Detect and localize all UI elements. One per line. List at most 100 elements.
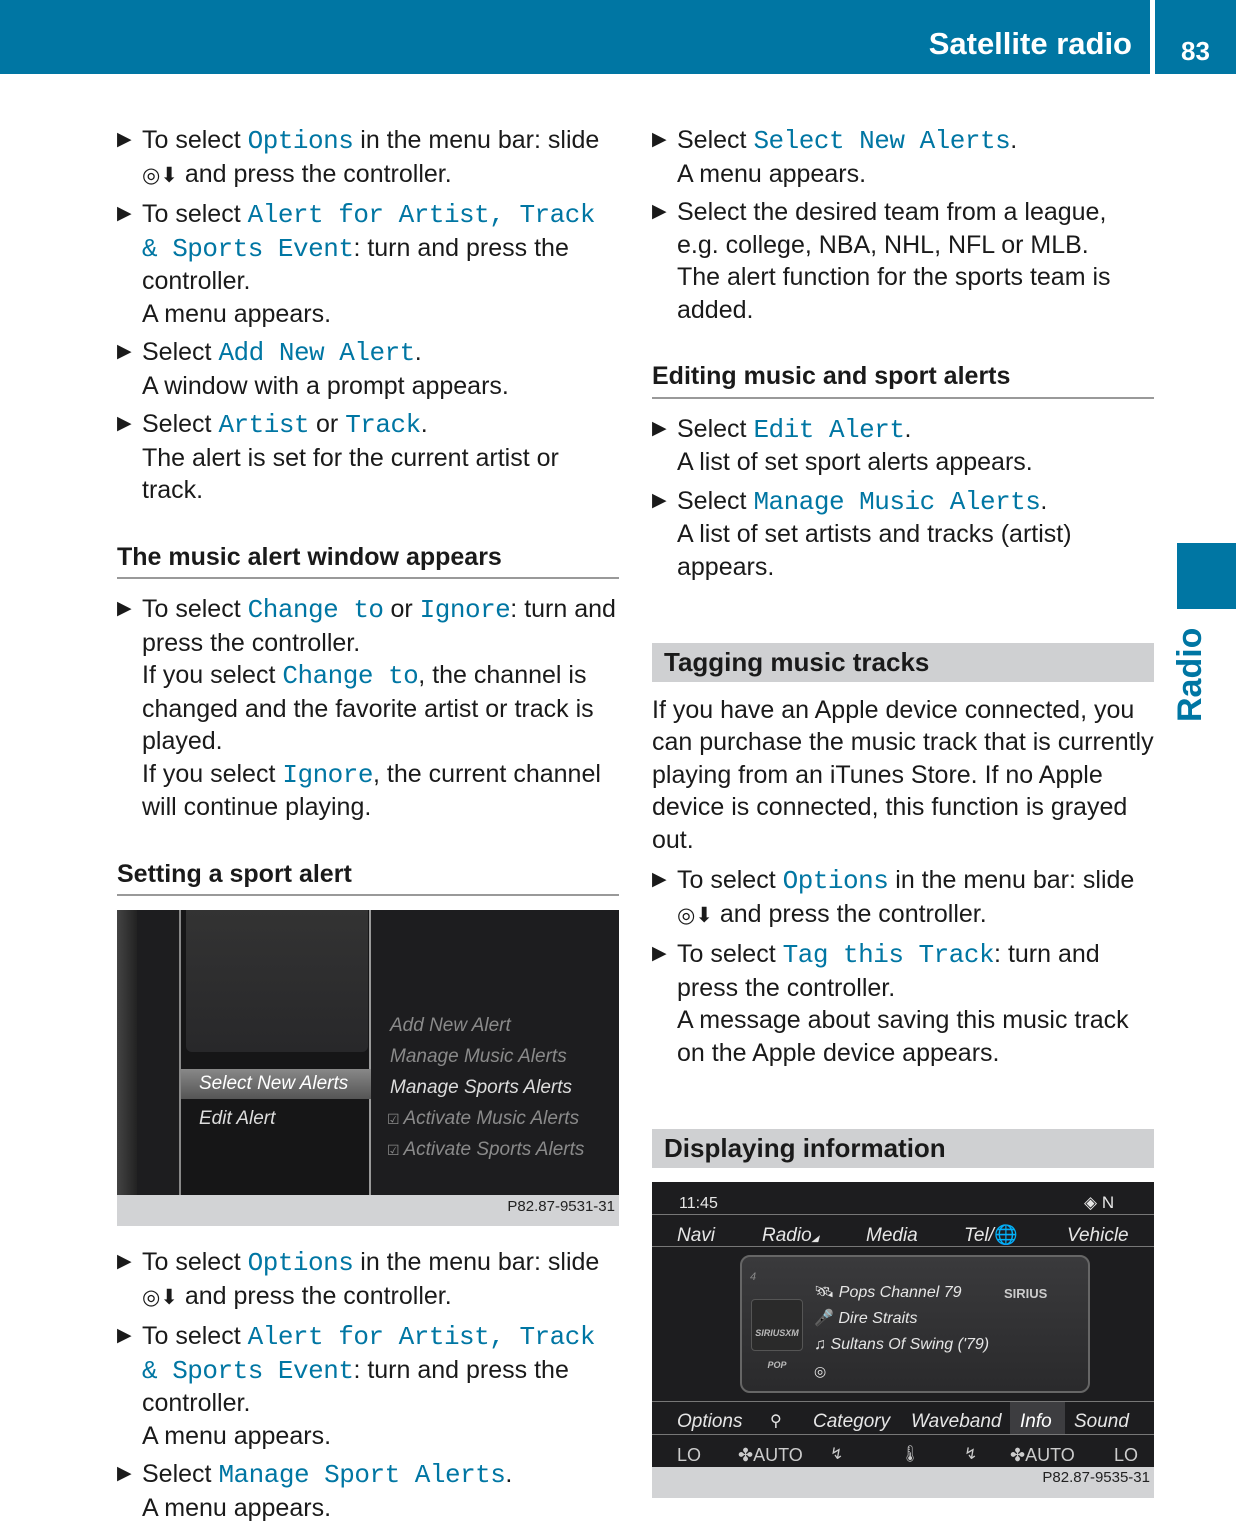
left-strip (117, 910, 137, 1195)
clock: 11:45 (679, 1194, 718, 1212)
step-result: A list of set artists and tracks (artist… (677, 520, 1072, 581)
menu-term: Select New Alerts (753, 126, 1011, 156)
nav-tel[interactable]: Tel/ (964, 1225, 994, 1246)
text: To select (142, 126, 248, 154)
preset-number: 4 (750, 1270, 757, 1283)
text: . (505, 1460, 513, 1488)
section-heading: Setting a sport alert (117, 858, 619, 896)
menu-term: Options (247, 126, 354, 156)
menu-item-manage-music-alerts[interactable]: Manage Music Alerts (390, 1041, 567, 1074)
step-text: To select Change to or Ignore: turn and … (142, 595, 616, 657)
triangle-right-icon: ▶ (652, 943, 667, 964)
menu-term: Tag this Track (782, 940, 995, 970)
side-tab-label: Radio (1171, 627, 1209, 723)
compass-icon: ◈ (1084, 1192, 1098, 1212)
text: To select (142, 200, 248, 228)
triangle-right-icon: ▶ (652, 489, 667, 511)
nav-media[interactable]: Media (866, 1220, 918, 1253)
nav-radio[interactable]: Radio (762, 1225, 812, 1246)
step-result: A menu appears. (677, 159, 867, 188)
thermometer-icon[interactable]: 🌡 (900, 1439, 920, 1467)
sirius-logo: SIRIUS (1004, 1285, 1048, 1301)
text: in the menu bar: slide (353, 1248, 600, 1276)
text: Select (142, 1460, 219, 1488)
section-heading: The music alert window appears (117, 541, 619, 579)
triangle-right-icon: ▶ (117, 203, 132, 224)
airflow-left-icon[interactable]: ↯ (830, 1439, 843, 1467)
instruction-step: ▶ Select the desired team from a league, … (652, 196, 1154, 326)
triangle-right-icon: ▶ (652, 417, 667, 439)
text: Select (142, 338, 219, 366)
airflow-right-icon[interactable]: ↯ (964, 1439, 977, 1467)
menu-term: Change to (247, 595, 384, 625)
climate-left-temp[interactable]: LO (677, 1439, 701, 1467)
text: or (309, 410, 346, 438)
nav-navi[interactable]: Navi (677, 1220, 715, 1253)
fan-icon: ✤ (738, 1444, 754, 1465)
step-text: Select Add New Alert. (142, 338, 422, 368)
triangle-right-icon: ▶ (117, 1463, 132, 1484)
triangle-right-icon: ▶ (117, 598, 132, 619)
menu-item-edit-alert[interactable]: Edit Alert (199, 1103, 275, 1136)
text: Select (677, 414, 754, 443)
text: and press the controller. (712, 899, 987, 928)
text: If you select (142, 759, 283, 788)
instruction-step: ▶ Select Artist or Track. The alert is set… (117, 408, 619, 507)
menu-item-manage-sports-alerts[interactable]: Manage Sports Alerts (390, 1072, 572, 1105)
instruction-step: ▶ To select Options in the menu bar: slid… (117, 1246, 619, 1314)
page-header: Satellite radio (0, 0, 1150, 74)
text: in the menu bar: slide (888, 866, 1135, 894)
text: . (1010, 126, 1018, 154)
triangle-right-icon: ▶ (652, 129, 667, 150)
submenu-triangle-icon: ◢ (811, 1232, 819, 1243)
paragraph: If you have an Apple device connected, y… (652, 695, 1154, 854)
menu-info[interactable]: Info (1010, 1401, 1065, 1434)
step-text: To select Alert for Artist, Track & Spor… (142, 200, 595, 295)
instruction-step: ▶ To select Alert for Artist, Track & Spo… (117, 198, 619, 330)
climate-left-auto[interactable]: AUTO (753, 1445, 803, 1465)
cover-area (186, 910, 368, 1052)
step-result: The alert is set for the current artist … (142, 443, 559, 505)
instruction-step: ▶ Select Edit Alert. A list of set sport a… (652, 413, 1154, 479)
triangle-right-icon: ▶ (652, 201, 667, 222)
text: Select the desired team from a league, e… (677, 198, 1107, 259)
menu-term: Options (782, 866, 889, 896)
step-text: To select Tag this Track: turn and press… (677, 940, 1100, 1002)
menu-item-select-new-alerts[interactable]: Select New Alerts (181, 1069, 371, 1099)
text: Select (142, 410, 219, 438)
triangle-right-icon: ▶ (117, 1251, 132, 1272)
text: To select (677, 940, 783, 968)
text: To select (677, 866, 783, 894)
text: . (420, 410, 428, 438)
text: To select (142, 1248, 248, 1276)
text: . (1040, 486, 1048, 515)
disc-icon: ◎ (814, 1362, 827, 1379)
menu-item-activate-sports-alerts[interactable]: Activate Sports Alerts (403, 1139, 584, 1160)
figure-id: P82.87-9531-31 (507, 1197, 615, 1215)
section-title: Satellite radio (928, 26, 1132, 61)
compass-heading: N (1101, 1192, 1115, 1212)
side-tab-marker (1177, 543, 1236, 609)
menu-term: Ignore (282, 759, 373, 790)
triangle-right-icon: ▶ (117, 129, 132, 150)
instruction-step: ▶ To select Tag this Track: turn and pres… (652, 938, 1154, 1069)
instruction-step: ▶ To select Change to or Ignore: turn and… (117, 593, 619, 824)
microphone-icon: 🎤 (814, 1309, 834, 1327)
menu-item-add-new-alert[interactable]: Add New Alert (390, 1010, 511, 1043)
triangle-right-icon: ▶ (117, 341, 132, 362)
text: and press the controller. (177, 159, 452, 188)
menu-term: Track (345, 410, 421, 440)
screen-radio-info: 11:45 ◈ N Navi Radio◢ Media Tel/🌐 Vehicl… (652, 1181, 1154, 1467)
menu-term: Options (247, 1248, 354, 1278)
left-menu-panel (179, 910, 371, 1195)
station-logo: SIRIUSXM POP (751, 1298, 803, 1370)
nav-vehicle[interactable]: Vehicle (1067, 1220, 1129, 1253)
menu-item-activate-music-alerts[interactable]: Activate Music Alerts (403, 1108, 579, 1129)
menu-term: Add New Alert (218, 338, 415, 368)
step-result: A list of set sport alerts appears. (677, 448, 1033, 476)
section-heading-boxed: Displaying information (652, 1129, 1154, 1168)
globe-icon: 🌐 (993, 1224, 1018, 1246)
menu-term: Change to (282, 661, 419, 691)
text: Select (677, 486, 754, 515)
figure-alert-menu: Select New Alerts Edit Alert Add New Ale… (117, 910, 619, 1226)
